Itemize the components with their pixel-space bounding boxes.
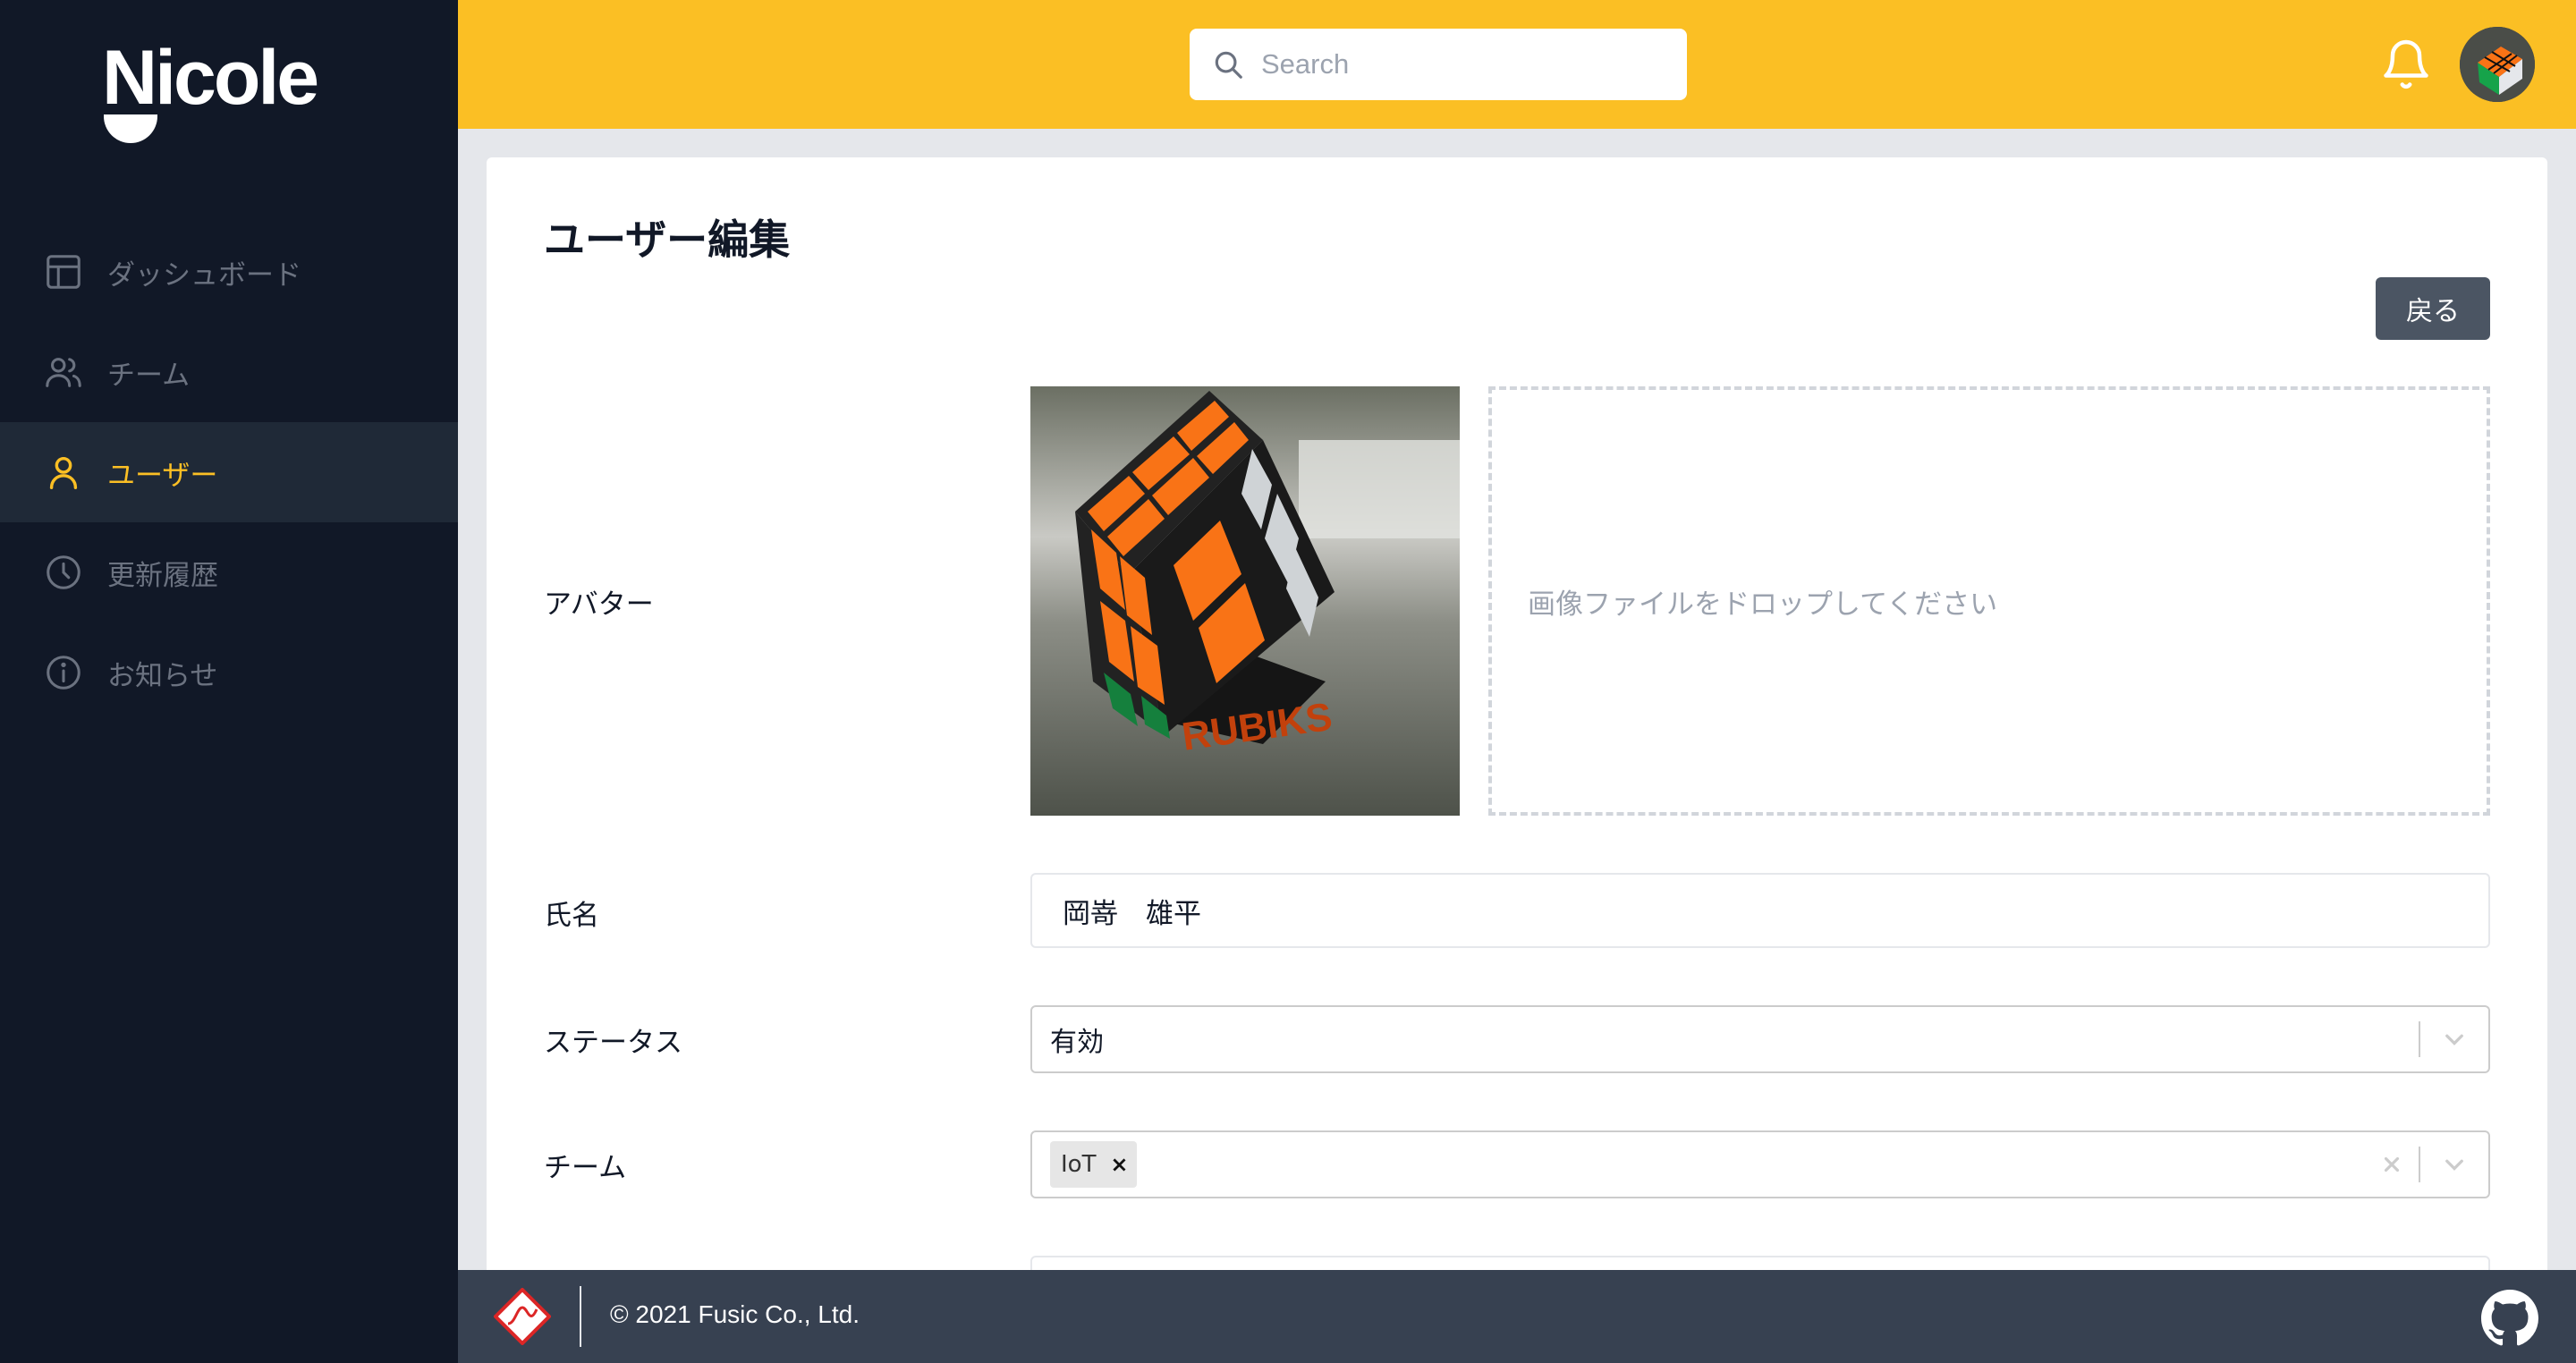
sidebar-item-label: 更新履歴 <box>107 559 218 592</box>
team-label: チーム <box>544 1152 627 1184</box>
sidebar-item-label: ユーザー <box>107 459 218 492</box>
sidebar-item-label: ダッシュボード <box>107 258 301 292</box>
sidebar-item-users[interactable]: ユーザー <box>0 422 458 522</box>
clear-icon[interactable] <box>2365 1132 2419 1197</box>
sidebar-item-notices[interactable]: お知らせ <box>0 622 458 723</box>
sidebar-item-label: チーム <box>107 359 191 392</box>
team-tag-label: IoT <box>1061 1151 1097 1178</box>
users-icon <box>43 351 84 393</box>
app-logo-text: Nicole <box>102 35 319 121</box>
info-icon <box>43 652 84 693</box>
chevron-down-icon[interactable] <box>2420 1007 2488 1071</box>
bell-icon[interactable] <box>2379 36 2433 93</box>
sidebar-nav: ダッシュボード チーム ユーザー 更新履歴 お知らせ <box>0 222 458 723</box>
user-icon <box>43 452 84 493</box>
sidebar-item-dashboard[interactable]: ダッシュボード <box>0 222 458 322</box>
fusic-logo-icon[interactable] <box>494 1288 551 1345</box>
footer-divider <box>580 1286 581 1347</box>
chevron-down-icon[interactable] <box>2420 1132 2488 1197</box>
status-select[interactable]: 有効 <box>1030 1005 2490 1073</box>
tag-remove-icon[interactable]: × <box>1101 1141 1137 1188</box>
dropzone-text: 画像ファイルをドロップしてください <box>1528 588 1998 621</box>
sidebar-item-label: お知らせ <box>107 659 218 692</box>
team-multiselect[interactable]: IoT × <box>1030 1130 2490 1198</box>
logo-mark-icon <box>104 114 157 143</box>
github-icon[interactable] <box>2481 1290 2538 1347</box>
sidebar-item-teams[interactable]: チーム <box>0 322 458 422</box>
search-input[interactable] <box>1261 48 1673 80</box>
avatar-dropzone[interactable]: 画像ファイルをドロップしてください <box>1488 386 2490 816</box>
avatar-image: RUBIKS <box>1030 386 1460 816</box>
avatar-label: アバター <box>544 588 654 621</box>
sidebar: Nicole ダッシュボード チーム ユーザー 更新履歴 お知らせ <box>0 0 458 1363</box>
footer: © 2021 Fusic Co., Ltd. <box>458 1270 2576 1363</box>
app-logo[interactable]: Nicole <box>102 35 319 147</box>
status-label: ステータス <box>544 1027 682 1059</box>
sidebar-item-history[interactable]: 更新履歴 <box>0 522 458 622</box>
dashboard-icon <box>43 251 84 292</box>
search-icon <box>1215 51 1242 79</box>
back-button[interactable]: 戻る <box>2376 277 2490 340</box>
clock-icon <box>43 552 84 593</box>
name-input[interactable] <box>1030 873 2490 948</box>
team-tag: IoT × <box>1050 1141 1138 1188</box>
user-edit-card: ユーザー編集 戻る アバター RUBIKS 画像ファイルをドロップしてください … <box>487 157 2547 1363</box>
page-title: ユーザー編集 <box>544 216 791 264</box>
status-select-value: 有効 <box>1050 1027 1104 1058</box>
top-header <box>458 0 2576 129</box>
name-label: 氏名 <box>544 900 599 932</box>
search-box[interactable] <box>1190 29 1687 100</box>
copyright-text: © 2021 Fusic Co., Ltd. <box>610 1300 860 1328</box>
user-avatar[interactable] <box>2460 27 2535 102</box>
